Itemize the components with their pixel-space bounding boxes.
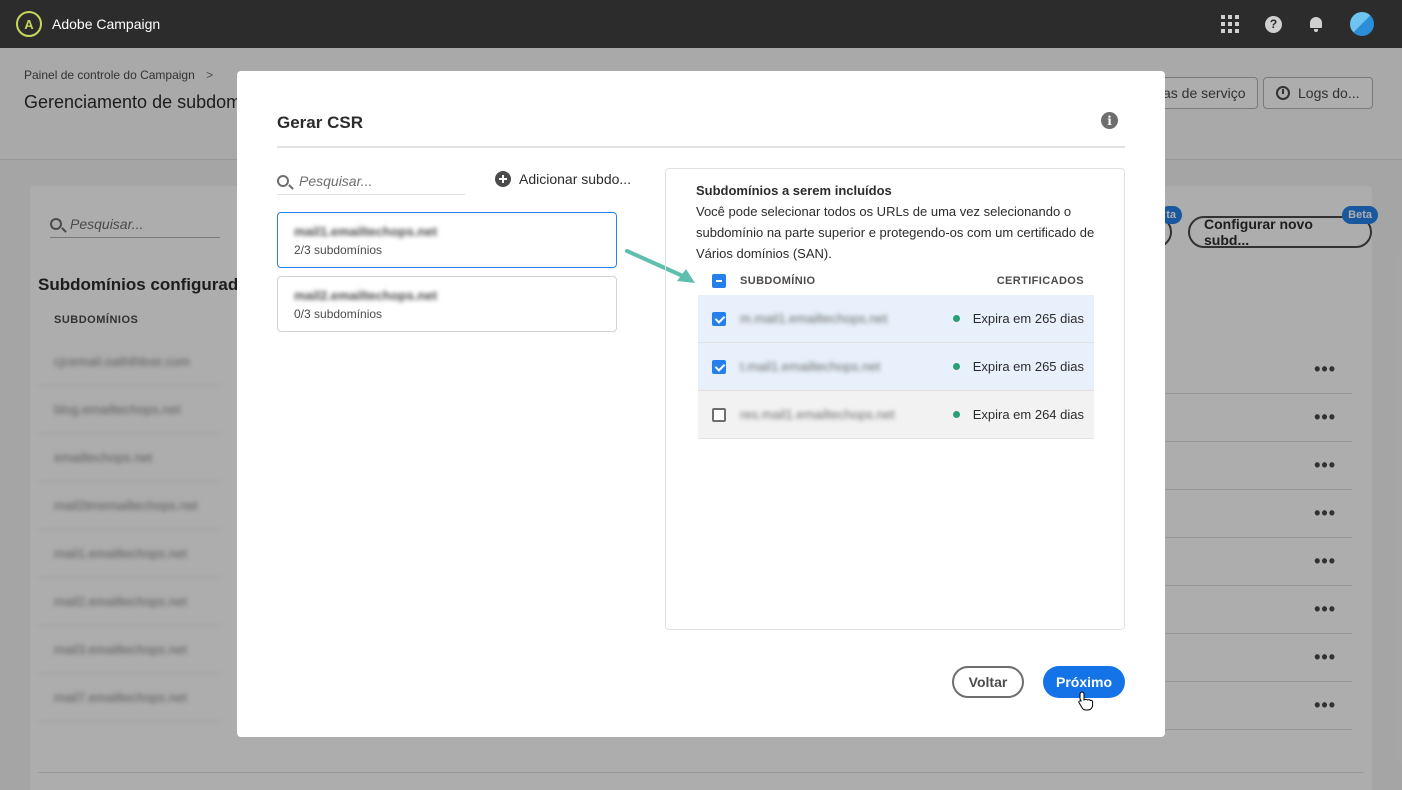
add-circle-icon [495, 171, 511, 187]
status-dot-icon [952, 363, 960, 370]
domain-name: mail1.emailtechops.net [294, 224, 438, 239]
table-row[interactable]: m.mail1.emailtechops.net Expira em 265 d… [698, 295, 1094, 343]
adobe-campaign-logo[interactable]: A [16, 11, 42, 37]
status-dot-icon [952, 411, 960, 418]
row-checkbox[interactable] [712, 359, 726, 374]
divider [277, 146, 1125, 148]
row-subdomain: m.mail1.emailtechops.net [740, 311, 888, 326]
row-certificate: Expira em 265 dias [972, 311, 1084, 326]
dialog-title: Gerar CSR [277, 113, 363, 132]
help-icon[interactable]: ? [1265, 15, 1282, 33]
row-checkbox[interactable] [712, 407, 726, 422]
top-icons: ? [1221, 0, 1374, 48]
add-subdomain-label: Adicionar subdo... [519, 171, 632, 187]
bell-icon[interactable] [1308, 16, 1324, 32]
table-row[interactable]: t.mail1.emailtechops.net Expira em 265 d… [698, 343, 1094, 391]
subdomain-table: m.mail1.emailtechops.net Expira em 265 d… [698, 295, 1094, 439]
domain-card-mail1[interactable]: mail1.emailtechops.net 2/3 subdomínios [277, 212, 617, 268]
select-all-checkbox[interactable] [712, 274, 726, 288]
info-icon[interactable]: i [1101, 112, 1118, 129]
table-row[interactable]: res.mail1.emailtechops.net Expira em 264… [698, 391, 1094, 439]
row-subdomain: res.mail1.emailtechops.net [740, 407, 895, 422]
domain-count: 0/3 subdomínios [294, 307, 383, 321]
app-title[interactable]: Adobe Campaign [52, 16, 160, 32]
column-certificates[interactable]: CERTIFICADOS [997, 275, 1084, 287]
subdomains-panel: Subdomínios a serem incluídos Você pode … [665, 168, 1125, 630]
row-subdomain: t.mail1.emailtechops.net [740, 359, 881, 374]
row-checkbox[interactable] [712, 311, 726, 326]
subdomain-search [277, 167, 465, 195]
status-dot-icon [952, 315, 960, 322]
domain-count: 2/3 subdomínios [294, 243, 383, 257]
back-button[interactable]: Voltar [952, 666, 1024, 698]
generate-csr-dialog: Gerar CSR i Adicionar subdo... mail1.ema… [237, 71, 1165, 737]
apps-grid-icon[interactable] [1221, 15, 1239, 33]
domain-name: mail2.emailtechops.net [294, 288, 438, 303]
row-certificate: Expira em 264 dias [972, 407, 1084, 422]
panel-title: Subdomínios a serem incluídos [696, 183, 892, 198]
table-header: SUBDOMÍNIO CERTIFICADOS [698, 267, 1094, 295]
top-bar: A Adobe Campaign ? [0, 0, 1402, 48]
panel-description: Você pode selecionar todos os URLs de um… [696, 204, 1095, 261]
hand-cursor-icon [1078, 691, 1094, 711]
avatar[interactable] [1350, 12, 1374, 36]
column-subdomain[interactable]: SUBDOMÍNIO [740, 275, 816, 287]
search-input[interactable] [299, 172, 449, 189]
search-icon [277, 174, 289, 187]
add-subdomain-button[interactable]: Adicionar subdo... [495, 171, 631, 187]
domain-card-mail2[interactable]: mail2.emailtechops.net 0/3 subdomínios [277, 276, 617, 332]
row-certificate: Expira em 265 dias [972, 359, 1084, 374]
